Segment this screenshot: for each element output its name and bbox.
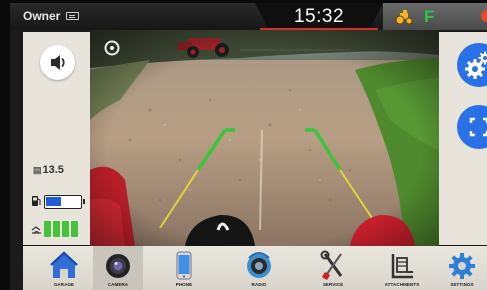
fullscreen-button[interactable] — [457, 105, 487, 149]
rear-camera-view[interactable] — [90, 30, 439, 246]
nav-label-attachments: ATTACHMENTS — [384, 282, 420, 287]
def-gauge-bar — [53, 221, 60, 237]
hours-icon: ▤ — [33, 165, 41, 175]
nav-item-attachments[interactable]: ATTACHMENTS — [377, 246, 427, 290]
fullscreen-icon — [469, 117, 487, 137]
fuel-gauge-fill — [46, 197, 61, 206]
nav-item-settings[interactable]: SETTINGS — [437, 246, 487, 290]
nav-item-service[interactable]: SERVICE — [308, 246, 358, 290]
radio-icon — [247, 252, 271, 278]
camera-settings-button[interactable] — [457, 43, 487, 87]
bottom-nav-bar: GARAGE CAMERA PHONE RADIO SERVICE ATTACH… — [23, 246, 487, 290]
def-gauge-bar — [71, 221, 78, 237]
nav-item-radio[interactable]: RADIO — [234, 246, 284, 290]
fuel-pump-icon — [32, 196, 41, 206]
tractor-icon — [395, 10, 413, 25]
nav-label-garage: GARAGE — [53, 282, 75, 287]
nav-label-radio: RADIO — [251, 282, 267, 287]
def-fluid-icon — [31, 226, 41, 234]
def-gauge-bar — [62, 221, 69, 237]
alert-dot-icon[interactable] — [481, 10, 487, 22]
engine-hours-readout: ▤ 13.5 — [33, 164, 64, 176]
right-panel — [439, 32, 487, 245]
display-screen: Owner 15:32 F ▤ 13.5 GARAGE CAMERA PHONE… — [10, 3, 487, 290]
nav-label-phone: PHONE — [175, 282, 193, 287]
nav-item-phone[interactable]: PHONE — [159, 246, 209, 290]
nav-label-camera: CAMERA — [107, 282, 129, 287]
camera-feed — [90, 30, 439, 246]
fuel-gauge — [44, 195, 85, 209]
def-gauge-bar — [44, 221, 51, 237]
wrench-screwdriver-icon — [320, 250, 343, 280]
nav-label-settings: SETTINGS — [450, 282, 474, 287]
def-gauge — [44, 221, 84, 237]
phone-icon — [176, 251, 192, 280]
nav-label-service: SERVICE — [322, 282, 344, 287]
nav-item-camera[interactable]: CAMERA — [93, 246, 143, 290]
clock-time: 15:32 — [293, 6, 345, 27]
gears-icon — [465, 51, 487, 79]
gear-indicator: F — [424, 7, 435, 26]
nav-item-garage[interactable]: GARAGE — [39, 246, 89, 290]
fuel-gauge-nub — [83, 199, 85, 204]
speaker-icon — [51, 55, 65, 70]
attachment-icon — [391, 254, 413, 279]
camera-icon — [106, 254, 130, 278]
left-panel: ▤ 13.5 — [23, 32, 90, 245]
hours-value: 13.5 — [42, 164, 64, 176]
garage-icon — [50, 251, 78, 278]
status-bar: Owner 15:32 F — [10, 3, 487, 33]
profile-label[interactable]: Owner — [23, 9, 60, 23]
id-card-icon[interactable] — [66, 12, 79, 20]
settings-gear-icon — [449, 253, 475, 279]
volume-button[interactable] — [40, 45, 75, 80]
